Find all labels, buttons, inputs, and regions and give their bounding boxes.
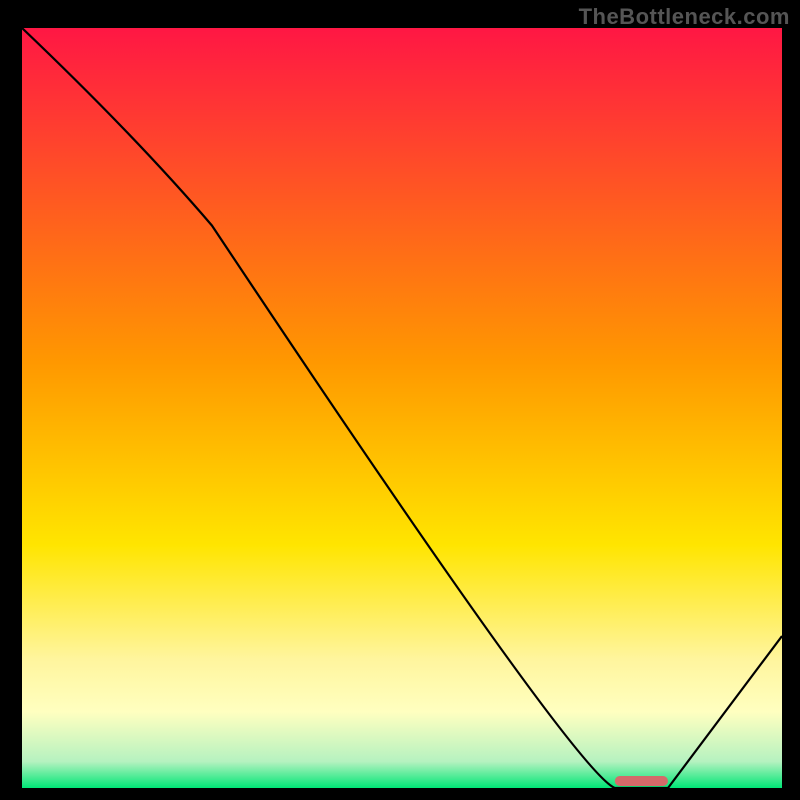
chart-svg: [0, 0, 800, 800]
chart-frame: TheBottleneck.com: [0, 0, 800, 800]
optimal-range-marker: [615, 776, 668, 786]
